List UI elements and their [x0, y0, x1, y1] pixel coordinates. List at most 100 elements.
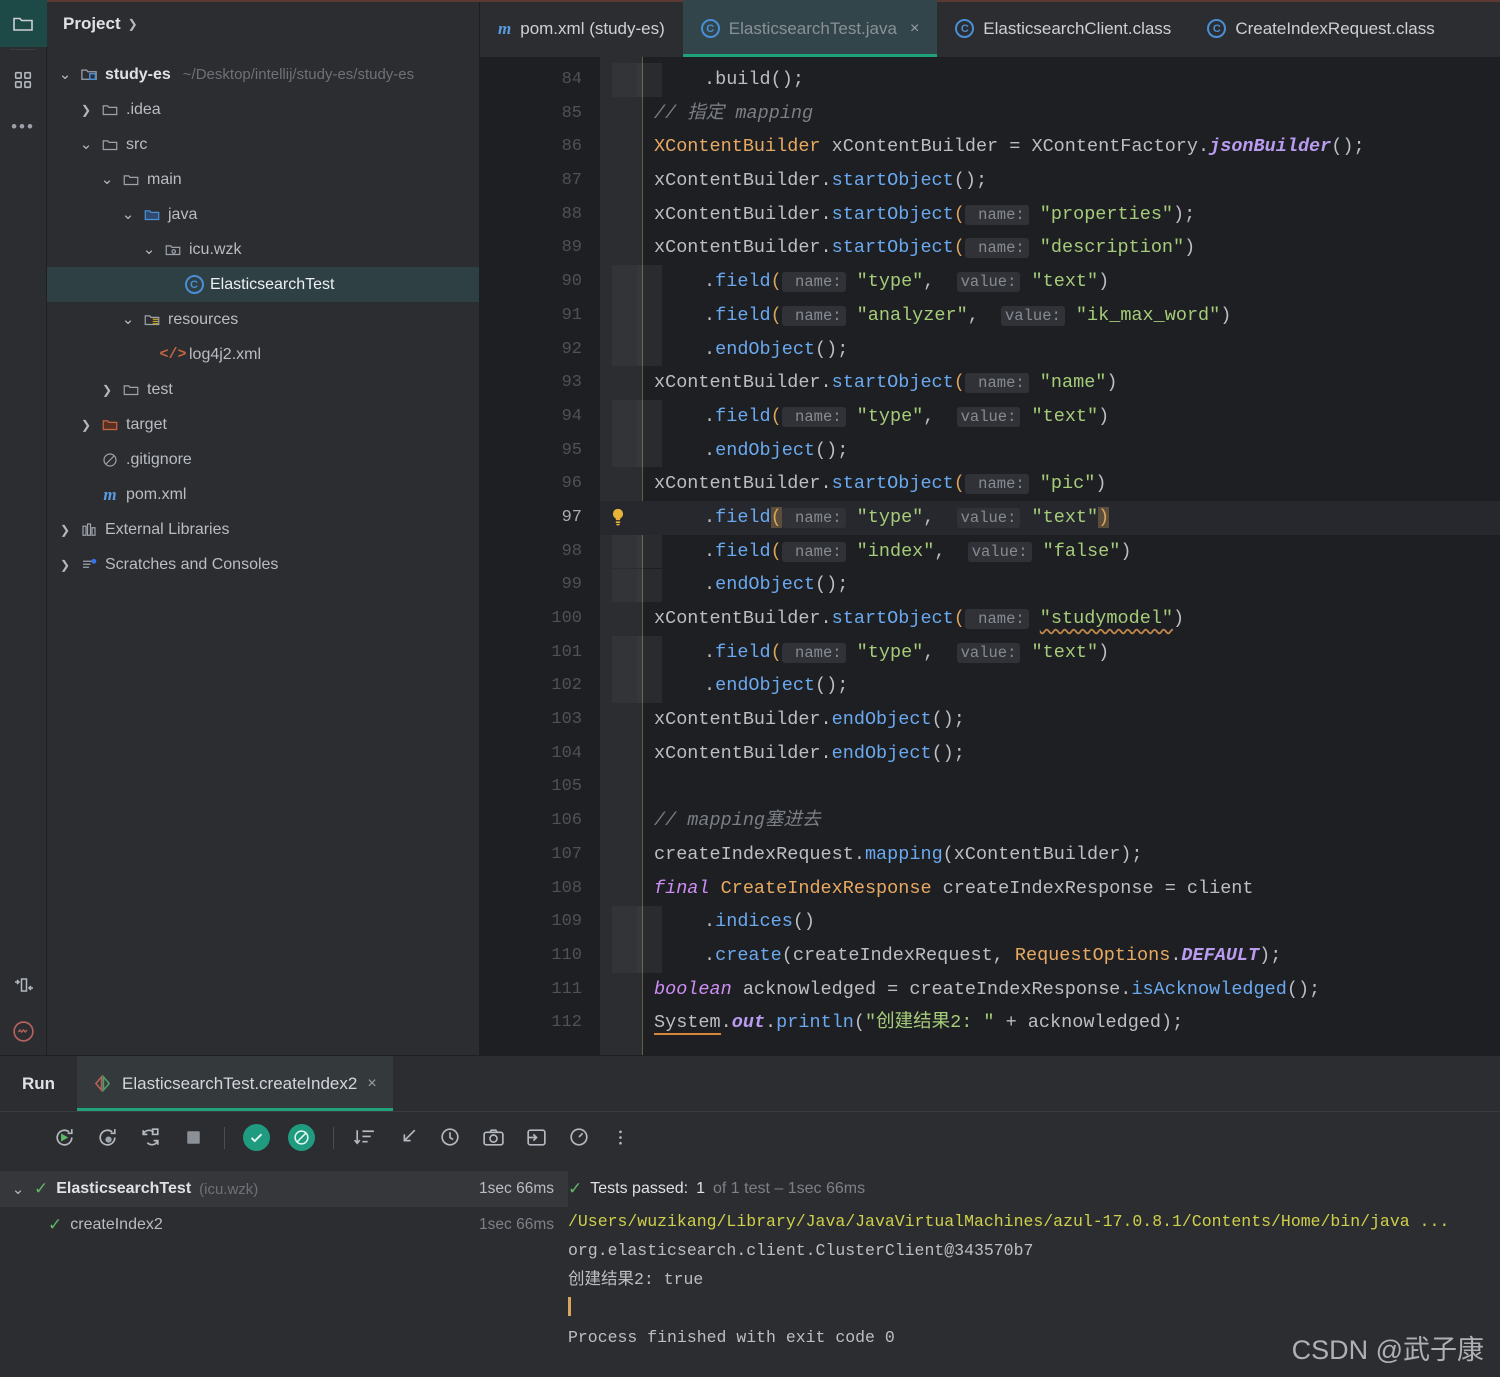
rerun-button[interactable] — [52, 1125, 77, 1150]
stop-button[interactable] — [181, 1125, 206, 1150]
line-number: 84 — [480, 63, 600, 97]
show-passed-button[interactable] — [243, 1124, 270, 1151]
chevron-right-icon[interactable]: ❯ — [78, 418, 94, 432]
editor-tab-label: ElasticsearchTest.java — [729, 19, 897, 39]
code-token: . — [704, 406, 715, 427]
rail-button-layout[interactable] — [0, 961, 47, 1008]
chevron-down-icon[interactable]: ⌄ — [10, 1180, 26, 1198]
screenshot-button[interactable] — [481, 1125, 506, 1150]
code-lines: .build();// 指定 mappingXContentBuilder xC… — [600, 63, 1500, 1040]
project-tree: ⌄study-es~/Desktop/intellij/study-es/stu… — [47, 47, 479, 582]
rail-button-more[interactable]: ••• — [0, 103, 47, 150]
line-number: 98 — [480, 535, 600, 569]
toggle-auto-test-button[interactable] — [138, 1125, 163, 1150]
chevron-right-icon[interactable]: ❯ — [99, 383, 115, 397]
tree-node-test[interactable]: ❯test — [47, 372, 479, 407]
editor-gutter[interactable]: 8485868788899091929394959697989910010110… — [480, 57, 600, 1055]
chevron-down-icon[interactable]: ⌄ — [141, 245, 157, 255]
editor-tab-pom-xml-study-es-[interactable]: mpom.xml (study-es) — [480, 0, 683, 57]
code-token: startObject — [832, 204, 954, 225]
editor-tab-createindexrequest-class[interactable]: CCreateIndexRequest.class — [1189, 0, 1452, 57]
editor-tab-close-icon[interactable]: × — [910, 20, 919, 38]
editor-tabbar: mpom.xml (study-es) C ElasticsearchTest.ja… — [480, 0, 1500, 57]
rail-button-problems[interactable] — [0, 1008, 47, 1055]
tree-node-label: .gitignore — [126, 451, 192, 469]
folder-icon — [121, 381, 141, 399]
rail-button-structure[interactable] — [0, 56, 47, 103]
chevron-down-icon[interactable]: ⌄ — [99, 175, 115, 185]
rerun-failed-button[interactable] — [95, 1125, 120, 1150]
code-token: . — [704, 642, 715, 663]
code-token — [846, 507, 857, 528]
tree-node-icu-wzk[interactable]: ⌄icu.wzk — [47, 232, 479, 267]
chevron-down-icon[interactable]: ⌄ — [120, 210, 136, 220]
lightbulb-icon[interactable] — [608, 507, 628, 533]
editor-tab-elasticsearchclient-class[interactable]: CElasticsearchClient.class — [937, 0, 1189, 57]
export-button[interactable] — [524, 1125, 549, 1150]
tree-node-src[interactable]: ⌄src — [47, 127, 479, 162]
code-token: . — [821, 743, 832, 764]
tree-node-external-libraries[interactable]: ❯External Libraries — [47, 512, 479, 547]
no-entry-circle-icon — [292, 1128, 311, 1147]
line-number: 104 — [480, 737, 600, 771]
code-token: "studymodel" — [1040, 608, 1173, 629]
java-class-icon: C — [1207, 19, 1226, 38]
code-token: endObject — [715, 574, 815, 595]
tree-node-study-es[interactable]: ⌄study-es~/Desktop/intellij/study-es/stu… — [47, 57, 479, 92]
tree-node-pom-xml[interactable]: mpom.xml — [47, 477, 479, 512]
code-token: "name" — [1040, 372, 1107, 393]
tree-node-elasticsearchtest[interactable]: CElasticsearchTest — [47, 267, 479, 302]
test-row-createindex2[interactable]: ✓createIndex21sec 66ms — [0, 1207, 568, 1243]
code-token: acknowledged = createIndexResponse — [732, 979, 1121, 1000]
editor-tab-elasticsearchtest-java[interactable]: CElasticsearchTest.java× — [683, 0, 938, 57]
code-line: .endObject(); — [600, 333, 1500, 367]
code-line: final CreateIndexResponse createIndexRes… — [600, 872, 1500, 906]
code-line: // 指定 mapping — [600, 97, 1500, 131]
chevron-down-icon[interactable]: ⌄ — [120, 315, 136, 325]
sort-button[interactable] — [352, 1125, 377, 1150]
code-token: xContentBuilder — [821, 136, 1010, 157]
code-token: endObject — [832, 743, 932, 764]
editor-tab-label: pom.xml (study-es) — [520, 19, 665, 39]
line-number: 85 — [480, 97, 600, 131]
history-button[interactable] — [438, 1125, 463, 1150]
tree-node--gitignore[interactable]: .gitignore — [47, 442, 479, 477]
chevron-right-icon[interactable]: ❯ — [78, 103, 94, 117]
code-editor[interactable]: 8485868788899091929394959697989910010110… — [480, 57, 1500, 1055]
code-token — [846, 642, 857, 663]
test-passed-icon: ✓ — [34, 1179, 48, 1199]
code-token: , — [923, 406, 956, 427]
tree-node-scratches-and-consoles[interactable]: ❯Scratches and Consoles — [47, 547, 479, 582]
show-ignored-button[interactable] — [288, 1124, 315, 1151]
tree-node-java[interactable]: ⌄java — [47, 197, 479, 232]
chevron-right-icon[interactable]: ❯ — [57, 558, 73, 572]
code-content[interactable]: .build();// 指定 mappingXContentBuilder xC… — [600, 57, 1500, 1055]
project-header[interactable]: Project ❯ — [47, 0, 479, 47]
chevron-down-icon[interactable]: ⌄ — [78, 140, 94, 150]
profiler-button[interactable] — [567, 1125, 592, 1150]
code-line: .endObject(); — [600, 669, 1500, 703]
tree-node-main[interactable]: ⌄main — [47, 162, 479, 197]
line-number: 108 — [480, 872, 600, 906]
expand-button[interactable] — [395, 1125, 420, 1150]
chevron-down-icon[interactable]: ⌄ — [57, 70, 73, 80]
toolbar-divider — [333, 1127, 334, 1149]
chevron-right-icon[interactable]: ❯ — [57, 523, 73, 537]
code-token: endObject — [715, 675, 815, 696]
rail-button-project[interactable] — [0, 0, 47, 47]
code-token: . — [704, 271, 715, 292]
tree-node--idea[interactable]: ❯.idea — [47, 92, 479, 127]
run-tab-close-icon[interactable]: × — [367, 1075, 376, 1093]
code-line: boolean acknowledged = createIndexRespon… — [600, 973, 1500, 1007]
tree-node-log4j2-xml[interactable]: </>log4j2.xml — [47, 337, 479, 372]
run-tab-createindex2[interactable]: ElasticsearchTest.createIndex2 × — [77, 1056, 393, 1111]
code-token: ) — [1220, 305, 1231, 326]
more-button[interactable] — [610, 1127, 631, 1148]
test-row-elasticsearchtest[interactable]: ⌄✓ElasticsearchTest(icu.wzk)1sec 66ms — [0, 1171, 568, 1207]
code-token: // mapping塞进去 — [654, 810, 821, 831]
console-output[interactable]: ✓ Tests passed: 1 of 1 test – 1sec 66ms … — [568, 1163, 1500, 1377]
tree-node-resources[interactable]: ⌄resources — [47, 302, 479, 337]
scratches-icon — [79, 556, 99, 574]
code-line: xContentBuilder.startObject( name: "prop… — [600, 198, 1500, 232]
tree-node-target[interactable]: ❯target — [47, 407, 479, 442]
